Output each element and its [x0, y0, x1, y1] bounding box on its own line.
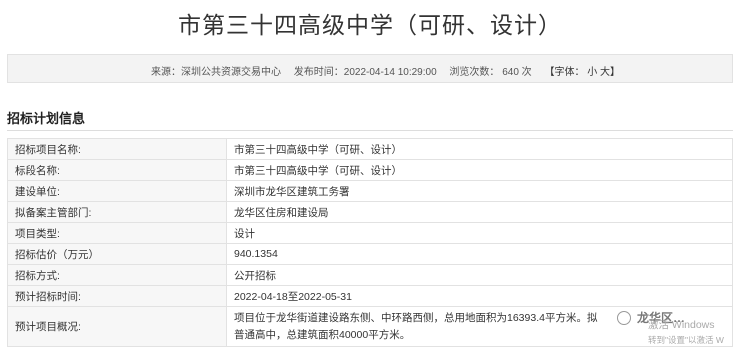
- row-value: 市第三十四高级中学（可研、设计）: [226, 138, 733, 160]
- activate-windows-hint: 转到"设置"以激活 W: [648, 335, 724, 345]
- table-row: 招标方式: 公开招标: [7, 264, 733, 286]
- row-label: 招标项目名称:: [7, 138, 227, 160]
- page-title: 市第三十四高级中学（可研、设计）: [178, 12, 562, 38]
- table-row: 标段名称: 市第三十四高级中学（可研、设计）: [7, 159, 733, 181]
- row-label: 建设单位:: [7, 180, 227, 202]
- wechat-icon: [617, 311, 631, 325]
- table-row: 招标项目名称: 市第三十四高级中学（可研、设计）: [7, 138, 733, 160]
- row-label: 标段名称:: [7, 159, 227, 181]
- view-count: 浏览次数： 640 次: [449, 67, 532, 78]
- section-divider: [7, 130, 733, 131]
- row-value: 深圳市龙华区建筑工务署: [226, 180, 733, 202]
- activate-windows-text: 激活 Windows: [648, 319, 715, 331]
- row-value: 公开招标: [226, 264, 733, 286]
- watermark-overlay: 龙华区… 激活 Windows 转到"设置"以激活 W: [615, 303, 740, 349]
- row-value: 940.1354: [226, 243, 733, 265]
- section-title: 招标计划信息: [7, 111, 86, 126]
- table-row: 拟备案主管部门: 龙华区住房和建设局: [7, 201, 733, 223]
- row-label: 招标估价（万元）: [7, 243, 227, 265]
- row-value: 龙华区住房和建设局: [226, 201, 733, 223]
- row-value: 市第三十四高级中学（可研、设计）: [226, 159, 733, 181]
- row-label: 预计项目概况:: [7, 306, 227, 347]
- table-row: 建设单位: 深圳市龙华区建筑工务署: [7, 180, 733, 202]
- meta-bar: 来源：深圳公共资源交易中心 发布时间：2022-04-14 10:29:00 浏…: [7, 54, 733, 83]
- publish-time: 发布时间：2022-04-14 10:29:00: [293, 67, 437, 78]
- table-row: 项目类型: 设计: [7, 222, 733, 244]
- row-label: 招标方式:: [7, 264, 227, 286]
- row-label: 拟备案主管部门:: [7, 201, 227, 223]
- row-label: 预计招标时间:: [7, 285, 227, 307]
- table-row: 招标估价（万元） 940.1354: [7, 243, 733, 265]
- font-size-control[interactable]: 【字体： 小 大】: [544, 67, 620, 78]
- row-value: 设计: [226, 222, 733, 244]
- row-label: 项目类型:: [7, 222, 227, 244]
- source-text: 来源：深圳公共资源交易中心: [151, 67, 281, 78]
